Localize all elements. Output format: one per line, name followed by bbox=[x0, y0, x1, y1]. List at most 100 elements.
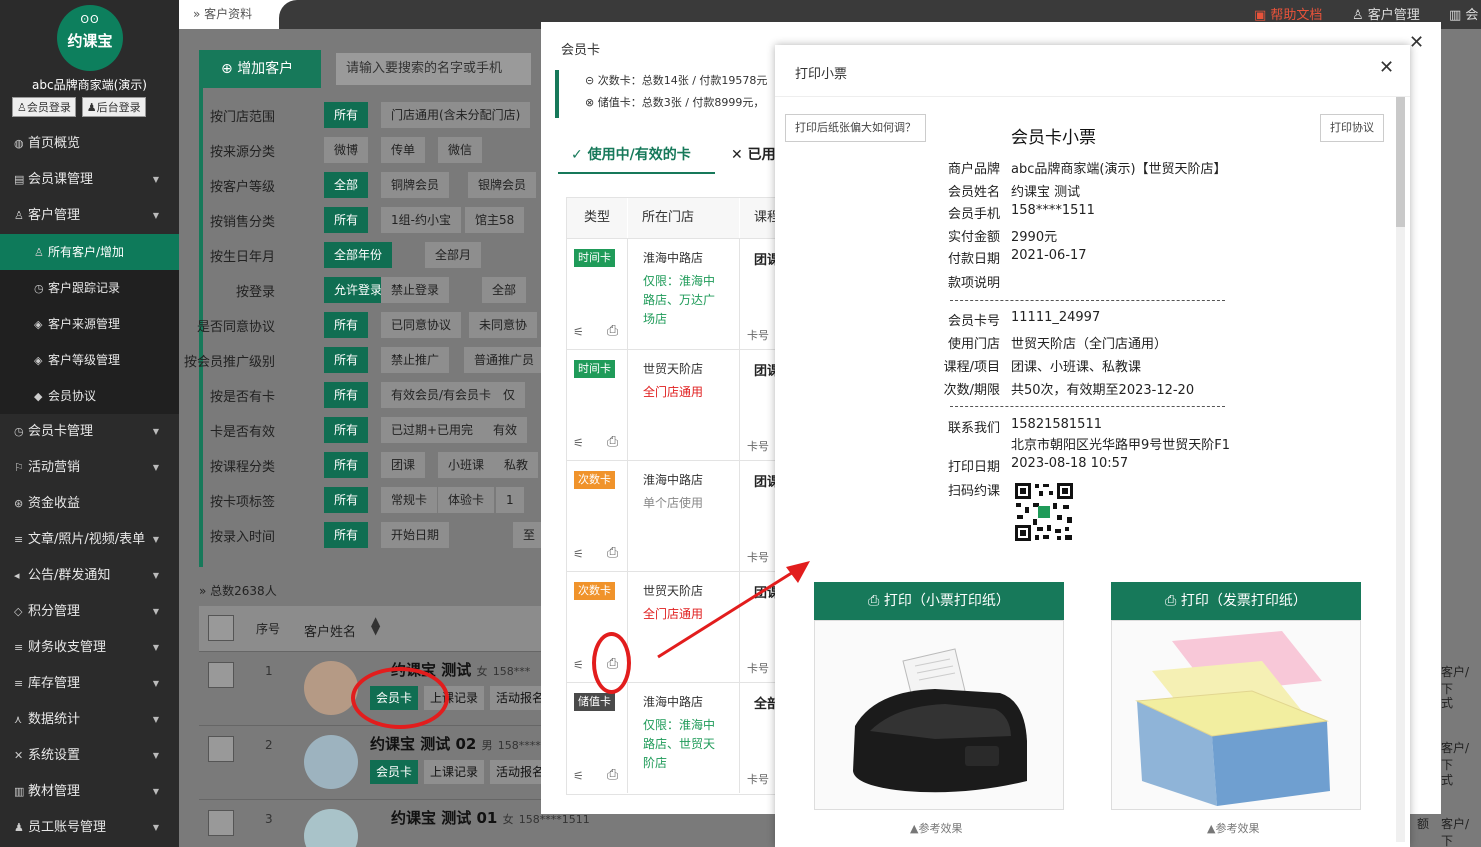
filter-chip[interactable]: 所有 bbox=[324, 207, 369, 233]
filter-chip[interactable]: 所有 bbox=[324, 347, 369, 373]
filter-chip[interactable]: 团课 bbox=[381, 452, 426, 478]
filter-chip[interactable]: 已过期+已用完 bbox=[381, 417, 484, 443]
sort-icon[interactable]: ▲ ▼ bbox=[371, 615, 380, 636]
filter-chip[interactable]: 微博 bbox=[324, 137, 369, 163]
filter-chip[interactable]: 所有 bbox=[324, 452, 369, 478]
member-card-button[interactable]: 会员卡 bbox=[370, 760, 419, 784]
settings-sliders-icon[interactable]: ⚟ bbox=[573, 436, 584, 450]
print-receipt-paper-button[interactable]: ⎙ 打印（小票打印纸） bbox=[814, 582, 1064, 620]
card-row[interactable]: 时间卡 世贸天阶店 全门店通用 团课 卡号 ⚟ ⎙ bbox=[567, 349, 785, 460]
table-row[interactable]: 3 约课宝 测试 01 女 158****1511 bbox=[199, 799, 590, 847]
filter-chip[interactable]: 所有 bbox=[324, 522, 369, 548]
sidebar-item-marketing[interactable]: ⚐ 活动营销 ▼ bbox=[0, 450, 179, 486]
sidebar-item-articles[interactable]: ≡ 文章/照片/视频/表单 ▼ bbox=[0, 522, 179, 558]
help-docs-link[interactable]: ▣ 帮助文档 bbox=[1254, 4, 1322, 23]
filter-chip[interactable]: 已同意协议 bbox=[381, 312, 462, 338]
close-icon[interactable]: ✕ bbox=[1379, 57, 1394, 78]
class-record-button[interactable]: 上课记录 bbox=[424, 760, 485, 784]
filter-row: 按销售分类 所有 1组-约小宝 馆主58 bbox=[203, 205, 545, 235]
sidebar-item-settings[interactable]: ✕ 系统设置 ▼ bbox=[0, 738, 179, 774]
settings-sliders-icon[interactable]: ⚟ bbox=[573, 769, 584, 783]
sidebar-item-customers[interactable]: ♙ 客户管理 ▼ bbox=[0, 198, 179, 234]
filter-chip[interactable]: 仅 bbox=[493, 382, 526, 408]
row-checkbox[interactable] bbox=[208, 662, 234, 688]
settings-sliders-icon[interactable]: ⚟ bbox=[573, 547, 584, 561]
customer-name[interactable]: 约课宝 测试 02 男 158****5 bbox=[370, 733, 548, 754]
print-invoice-paper-button[interactable]: ⎙ 打印（发票打印纸） bbox=[1111, 582, 1361, 620]
select-all-checkbox[interactable] bbox=[208, 615, 234, 641]
sidebar-item-level[interactable]: ◈ 客户等级管理 bbox=[0, 342, 179, 378]
tab-used-cards[interactable]: ✕ 已用 bbox=[731, 144, 776, 164]
filter-chip[interactable]: 所有 bbox=[324, 487, 369, 513]
more-link[interactable]: ▥ 会 bbox=[1449, 4, 1478, 23]
filter-chip[interactable]: 有效 bbox=[483, 417, 528, 443]
customer-link[interactable]: ♙ 客户管理 bbox=[1352, 4, 1420, 23]
sidebar-item-cards[interactable]: ◷ 会员卡管理 ▼ bbox=[0, 414, 179, 450]
row-checkbox[interactable] bbox=[208, 736, 234, 762]
print-agreement-button[interactable]: 打印协议 bbox=[1320, 114, 1384, 142]
filter-chip[interactable]: 馆主58 bbox=[465, 207, 525, 233]
filter-chip[interactable]: 私教 bbox=[494, 452, 539, 478]
invoice-paper-icon bbox=[1135, 631, 1330, 806]
printer-icon[interactable]: ⎙ bbox=[607, 434, 618, 450]
filter-chip[interactable]: 传单 bbox=[381, 137, 426, 163]
sidebar-item-stats[interactable]: ⋏ 数据统计 ▼ bbox=[0, 702, 179, 738]
sidebar-item-source[interactable]: ◈ 客户来源管理 bbox=[0, 306, 179, 342]
filter-chip[interactable]: 未同意协 bbox=[469, 312, 538, 338]
scrollbar-thumb[interactable] bbox=[1396, 97, 1405, 227]
filter-chip[interactable]: 有效会员/有会员卡 bbox=[381, 382, 502, 408]
filter-chip[interactable]: 体验卡 bbox=[438, 487, 495, 513]
add-customer-button[interactable]: ⊕ 增加客户 bbox=[199, 50, 321, 88]
sidebar-item-materials[interactable]: ▥ 教材管理 ▼ bbox=[0, 774, 179, 810]
filter-chip[interactable]: 禁止登录 bbox=[381, 277, 450, 303]
paper-size-help-button[interactable]: 打印后纸张偏大如何调？ bbox=[785, 114, 926, 142]
filter-chip[interactable]: 银牌会员 bbox=[468, 172, 537, 198]
filter-chip[interactable]: 门店通用(含未分配门店) bbox=[381, 102, 531, 128]
close-icon[interactable]: ✕ bbox=[1409, 32, 1424, 53]
filter-chip[interactable]: 全部 bbox=[482, 277, 527, 303]
printer-icon[interactable]: ⎙ bbox=[607, 545, 618, 561]
filter-chip[interactable]: 1 bbox=[496, 487, 524, 513]
sidebar-item-tracking[interactable]: ◷ 客户跟踪记录 bbox=[0, 270, 179, 306]
right-cell: 额 bbox=[1417, 817, 1430, 831]
member-login-button[interactable]: ♙会员登录 bbox=[12, 97, 76, 117]
filter-chip[interactable]: 全部月 bbox=[425, 242, 482, 268]
sidebar-item-notices[interactable]: ◂ 公告/群发通知 ▼ bbox=[0, 558, 179, 594]
tab-active-cards[interactable]: ✓ 使用中/有效的卡 bbox=[571, 144, 691, 164]
settings-sliders-icon[interactable]: ⚟ bbox=[573, 325, 584, 339]
table-row[interactable]: 2 约课宝 测试 02 男 158****5 会员卡 上课记录 活动报名 bbox=[199, 725, 551, 799]
sidebar-item-finance[interactable]: ≡ 财务收支管理 ▼ bbox=[0, 630, 179, 666]
filter-chip[interactable]: 微信 bbox=[438, 137, 483, 163]
printer-icon[interactable]: ⎙ bbox=[607, 323, 618, 339]
card-row[interactable]: 储值卡 淮海中路店 仅限：淮海中路店、世贸天阶店 全部 卡号 ⚟ ⎙ bbox=[567, 682, 785, 793]
filter-chip[interactable]: 普通推广员 bbox=[464, 347, 545, 373]
sidebar-item-all-customers[interactable]: ♙ 所有客户/增加 bbox=[0, 234, 179, 270]
sidebar-item-overview[interactable]: ◍ 首页概览 bbox=[0, 126, 179, 162]
filter-chip[interactable]: 所有 bbox=[324, 102, 369, 128]
admin-login-button[interactable]: ♟后台登录 bbox=[81, 97, 146, 117]
sidebar-item-staff[interactable]: ♟ 员工账号管理 ▼ bbox=[0, 810, 179, 846]
scrollbar[interactable] bbox=[1396, 97, 1405, 842]
filter-chip[interactable]: 常规卡 bbox=[381, 487, 438, 513]
row-checkbox[interactable] bbox=[208, 810, 234, 836]
filter-chip[interactable]: 所有 bbox=[324, 312, 369, 338]
filter-chip[interactable]: 全部 bbox=[324, 172, 369, 198]
filter-chip[interactable]: 铜牌会员 bbox=[381, 172, 450, 198]
sidebar-item-revenue[interactable]: ⊛ 资金收益 bbox=[0, 486, 179, 522]
filter-chip[interactable]: 禁止推广 bbox=[381, 347, 450, 373]
filter-chip[interactable]: 全部年份 bbox=[324, 242, 393, 268]
search-input[interactable]: 请输入要搜索的名字或手机 bbox=[336, 53, 531, 85]
settings-sliders-icon[interactable]: ⚟ bbox=[573, 658, 584, 672]
filter-chip[interactable]: 所有 bbox=[324, 382, 369, 408]
card-row[interactable]: 时间卡 淮海中路店 仅限：淮海中路店、万达广场店 团课 卡号 ⚟ ⎙ bbox=[567, 238, 785, 349]
sidebar-item-points[interactable]: ◇ 积分管理 ▼ bbox=[0, 594, 179, 630]
total-count-label: 总数2638人 bbox=[210, 584, 277, 598]
filter-chip[interactable]: 开始日期 bbox=[381, 522, 450, 548]
sidebar-item-agreement[interactable]: ◆ 会员协议 bbox=[0, 378, 179, 414]
filter-chip[interactable]: 1组-约小宝 bbox=[381, 207, 461, 233]
printer-icon[interactable]: ⎙ bbox=[607, 767, 618, 783]
filter-chip[interactable]: 所有 bbox=[324, 417, 369, 443]
sidebar-item-inventory[interactable]: ≡ 库存管理 ▼ bbox=[0, 666, 179, 702]
filter-chip[interactable]: 小班课 bbox=[438, 452, 495, 478]
sidebar-item-member-course[interactable]: ▤ 会员课管理 ▼ bbox=[0, 162, 179, 198]
